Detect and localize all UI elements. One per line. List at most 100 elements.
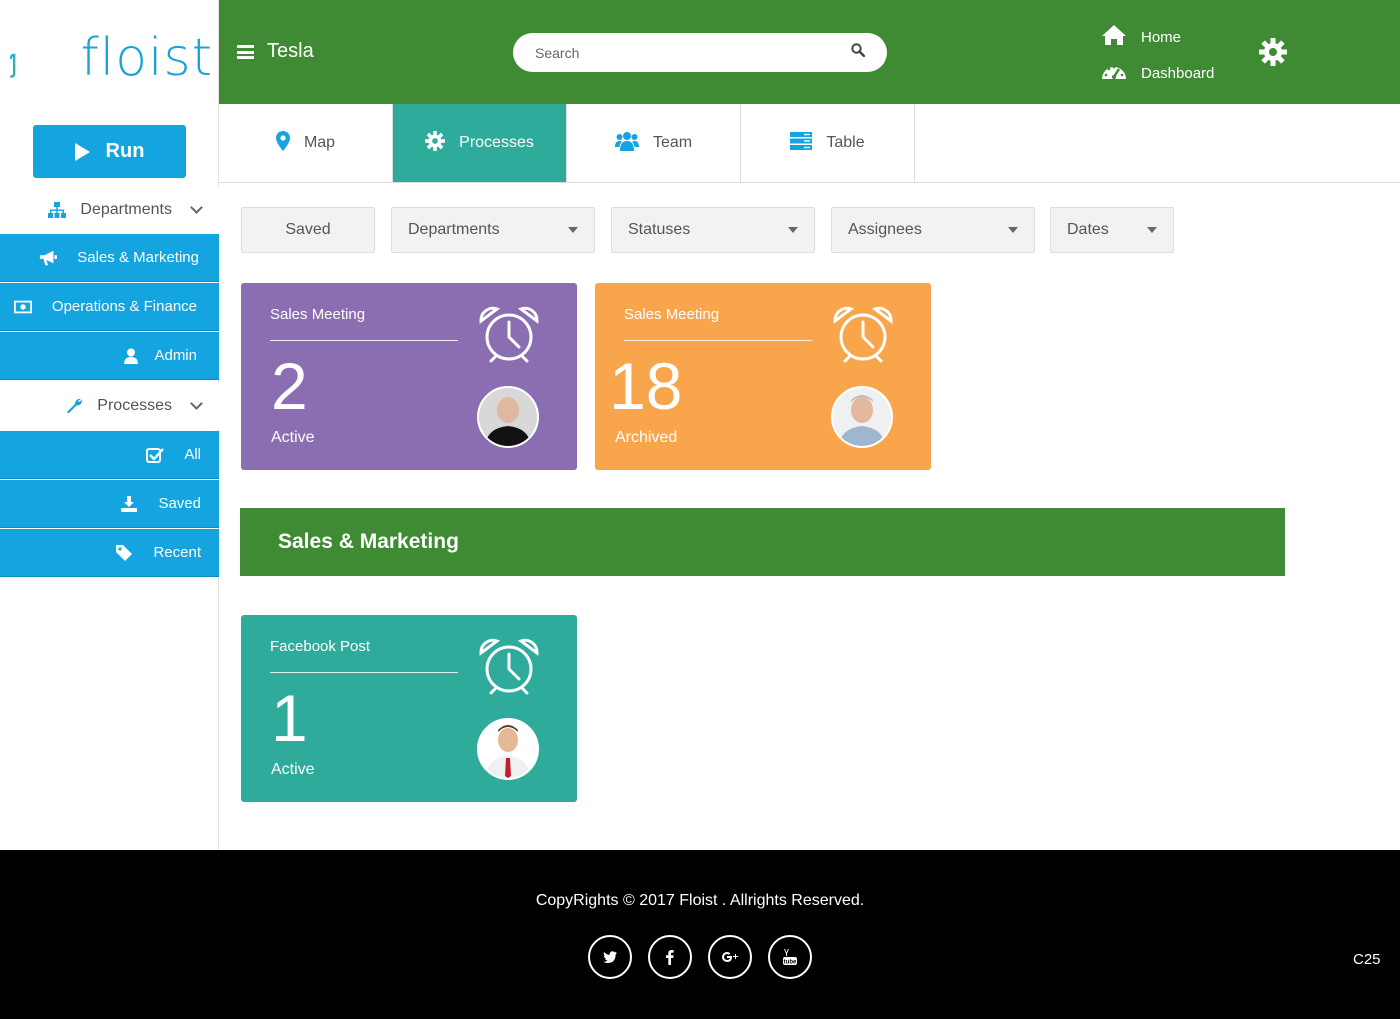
youtube-icon[interactable]: tube bbox=[768, 935, 812, 979]
user-icon bbox=[122, 347, 140, 365]
twitter-icon[interactable] bbox=[588, 935, 632, 979]
caret-down-icon bbox=[1147, 227, 1157, 233]
filter-label: Dates bbox=[1067, 221, 1109, 238]
caret-down-icon bbox=[568, 227, 578, 233]
nav-home[interactable]: Home bbox=[1101, 24, 1181, 50]
card-count: 18 bbox=[609, 349, 683, 423]
search-input[interactable] bbox=[535, 44, 851, 61]
filter-label: Assignees bbox=[848, 221, 922, 238]
sitemap-icon bbox=[48, 201, 67, 219]
map-marker-icon bbox=[275, 130, 290, 156]
tab-label: Table bbox=[826, 134, 865, 151]
search-icon[interactable] bbox=[851, 43, 866, 62]
sidebar-item-admin[interactable]: Admin bbox=[0, 332, 219, 380]
process-card[interactable]: Facebook Post 1 Active bbox=[241, 615, 577, 802]
caret-down-icon bbox=[788, 227, 798, 233]
avatar[interactable] bbox=[477, 386, 539, 448]
statuses-dropdown[interactable]: Statuses bbox=[611, 207, 815, 253]
top-header: Tesla Home Dashboard bbox=[219, 0, 1400, 104]
download-icon bbox=[120, 495, 138, 513]
alarm-clock-icon bbox=[477, 637, 541, 700]
check-square-icon bbox=[146, 446, 165, 464]
sidebar-item-label: Admin bbox=[154, 347, 197, 364]
server-icon bbox=[790, 131, 813, 155]
chevron-down-icon bbox=[190, 201, 203, 214]
google-plus-icon[interactable] bbox=[708, 935, 752, 979]
run-button[interactable]: Run bbox=[33, 125, 186, 178]
facebook-icon[interactable] bbox=[648, 935, 692, 979]
megaphone-icon bbox=[39, 249, 58, 267]
process-card[interactable]: Sales Meeting 2 Active bbox=[241, 283, 577, 470]
tab-label: Team bbox=[652, 134, 693, 151]
filter-label: Saved bbox=[285, 221, 331, 238]
nav-dashboard-label: Dashboard bbox=[1141, 64, 1215, 82]
logo-text: floist bbox=[80, 28, 213, 88]
tab-processes[interactable]: Processes bbox=[393, 104, 567, 182]
sidebar-item-recent[interactable]: Recent bbox=[0, 529, 219, 577]
nav-dashboard[interactable]: Dashboard bbox=[1101, 61, 1214, 85]
dates-dropdown[interactable]: Dates bbox=[1050, 207, 1174, 253]
card-divider bbox=[270, 340, 458, 341]
company-name: Tesla bbox=[267, 40, 314, 62]
card-count: 2 bbox=[271, 349, 308, 423]
assignees-dropdown[interactable]: Assignees bbox=[831, 207, 1035, 253]
card-status: Active bbox=[271, 761, 315, 778]
filter-label: Departments bbox=[408, 221, 500, 238]
saved-filter-button[interactable]: Saved bbox=[241, 207, 375, 253]
svg-text:tube: tube bbox=[784, 960, 797, 966]
tab-map[interactable]: Map bbox=[219, 104, 393, 182]
departments-dropdown[interactable]: Departments bbox=[391, 207, 595, 253]
sidebar-item-processes[interactable]: Processes bbox=[0, 382, 219, 430]
social-links: tube bbox=[588, 935, 812, 979]
alarm-clock-icon bbox=[477, 305, 541, 368]
card-title: Sales Meeting bbox=[624, 306, 720, 323]
tab-label: Processes bbox=[459, 134, 534, 151]
section-header: Sales & Marketing bbox=[240, 508, 1285, 576]
tab-team[interactable]: Team bbox=[567, 104, 741, 182]
avatar[interactable] bbox=[477, 718, 539, 780]
card-divider bbox=[270, 672, 458, 673]
sidebar-item-saved[interactable]: Saved bbox=[0, 480, 219, 528]
tab-table[interactable]: Table bbox=[741, 104, 915, 182]
alarm-clock-icon bbox=[831, 305, 895, 368]
card-title: Sales Meeting bbox=[270, 306, 366, 323]
waveform-logo-icon bbox=[9, 29, 56, 91]
run-label: Run bbox=[105, 140, 145, 162]
sidebar: floist Run Departments Sales & Marketing… bbox=[0, 0, 219, 850]
copyright-text: CopyRights © 2017 Floist . Allrights Res… bbox=[535, 892, 865, 909]
gear-icon[interactable] bbox=[1259, 38, 1287, 71]
sidebar-item-departments[interactable]: Departments bbox=[0, 186, 219, 234]
footer: CopyRights © 2017 Floist . Allrights Res… bbox=[0, 850, 1400, 1019]
card-divider bbox=[624, 340, 812, 341]
sidebar-item-label: All bbox=[184, 446, 201, 463]
caret-down-icon bbox=[1008, 227, 1018, 233]
avatar[interactable] bbox=[831, 386, 893, 448]
sidebar-item-operations-finance[interactable]: Operations & Finance bbox=[0, 283, 219, 331]
sidebar-item-label: Departments bbox=[80, 201, 172, 218]
users-icon bbox=[614, 131, 639, 156]
view-tabs: Map Processes Team Table bbox=[219, 104, 1400, 183]
gear-icon bbox=[425, 130, 446, 156]
floist-logo[interactable]: floist bbox=[8, 16, 213, 100]
tag-icon bbox=[115, 544, 133, 562]
money-icon bbox=[13, 298, 32, 316]
sidebar-item-label: Saved bbox=[158, 495, 201, 512]
play-icon bbox=[74, 142, 90, 161]
card-status: Archived bbox=[615, 429, 678, 446]
card-count: 1 bbox=[271, 681, 308, 755]
nav-home-label: Home bbox=[1141, 28, 1182, 46]
sidebar-item-label: Recent bbox=[153, 544, 201, 561]
wrench-icon bbox=[65, 397, 83, 415]
page-code: C25 bbox=[1353, 951, 1381, 968]
dashboard-icon bbox=[1101, 61, 1127, 85]
menu-icon[interactable] bbox=[237, 45, 254, 59]
home-icon bbox=[1101, 24, 1127, 50]
sidebar-item-label: Operations & Finance bbox=[51, 298, 197, 315]
sidebar-item-sales-marketing[interactable]: Sales & Marketing bbox=[0, 234, 219, 282]
process-card[interactable]: Sales Meeting 18 Archived bbox=[595, 283, 931, 470]
sidebar-item-label: Processes bbox=[97, 397, 172, 414]
tab-label: Map bbox=[303, 134, 336, 151]
sidebar-item-all[interactable]: All bbox=[0, 431, 219, 479]
filter-label: Statuses bbox=[628, 221, 691, 238]
sidebar-item-label: Sales & Marketing bbox=[77, 249, 199, 266]
